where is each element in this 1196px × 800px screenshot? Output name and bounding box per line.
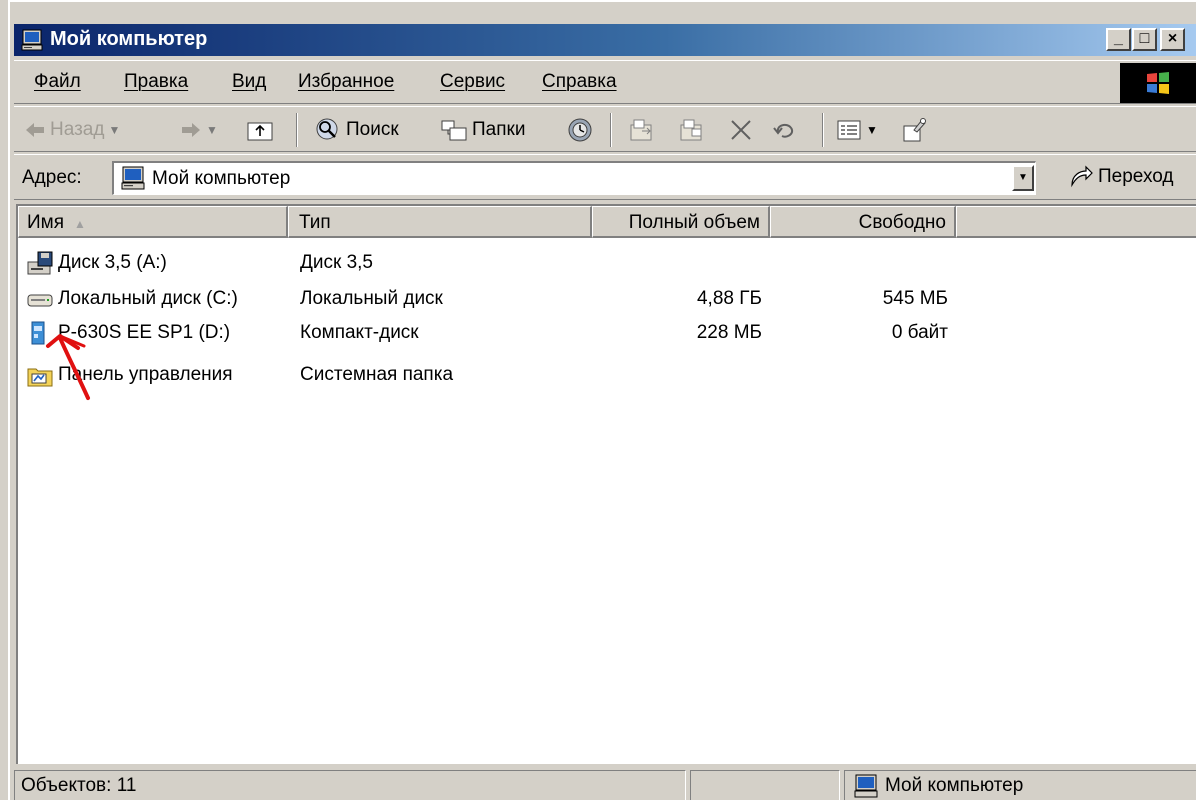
address-field[interactable]: Мой компьютер: [112, 161, 1036, 195]
undo-icon: [773, 124, 794, 138]
address-value: Мой компьютер: [152, 168, 291, 189]
status-panel-empty: [690, 770, 840, 800]
hard-drive-icon: [27, 294, 53, 307]
undo-button[interactable]: [770, 115, 798, 145]
list-item[interactable]: Диск 3,5 (A:) Диск 3,5: [18, 248, 1196, 282]
menu-file[interactable]: Файл: [34, 71, 81, 93]
forward-button[interactable]: ▼: [180, 115, 218, 145]
status-zone-label: Мой компьютер: [885, 775, 1024, 796]
address-dropdown-button[interactable]: ▼: [1012, 165, 1034, 191]
move-to-button[interactable]: [628, 115, 656, 145]
menu-edit[interactable]: Правка: [124, 71, 188, 93]
explorer-window: Мой компьютер _ □ × Файл Правка Вид Избр…: [8, 0, 1196, 800]
history-icon: [568, 118, 592, 142]
list-item[interactable]: Панель управления Системная папка: [18, 360, 1196, 394]
toolbar-separator: [822, 113, 824, 147]
maximize-button[interactable]: □: [1132, 28, 1157, 51]
my-computer-icon: [854, 774, 878, 798]
item-type: Системная папка: [300, 364, 454, 385]
up-folder-button[interactable]: [246, 115, 274, 145]
throbber: [1120, 63, 1196, 103]
list-item[interactable]: P-630S EE SP1 (D:) Компакт-диск 228 МБ 0…: [18, 318, 1196, 352]
chevron-down-icon[interactable]: ▼: [108, 123, 120, 137]
search-icon: [316, 118, 338, 140]
status-object-count: Объектов: 11: [14, 770, 686, 800]
menu-view[interactable]: Вид: [232, 71, 266, 93]
windows-logo-icon: [1147, 72, 1169, 94]
folders-label: Папки: [472, 119, 526, 140]
file-list[interactable]: Имя ▲ Тип Полный объем Свободно Диск 3,5 …: [16, 204, 1196, 764]
close-button[interactable]: ×: [1160, 28, 1185, 51]
list-item[interactable]: Локальный диск (C:) Локальный диск 4,88 …: [18, 284, 1196, 318]
folders-icon: [441, 120, 467, 141]
title-bar[interactable]: Мой компьютер _ □ ×: [14, 24, 1196, 56]
back-button[interactable]: Назад ▼: [24, 115, 120, 145]
delete-button[interactable]: [728, 115, 754, 145]
column-header-name[interactable]: Имя ▲: [18, 206, 288, 238]
search-label: Поиск: [346, 119, 399, 140]
item-type: Диск 3,5: [300, 252, 373, 273]
column-header-total-size[interactable]: Полный объем: [592, 206, 770, 238]
properties-icon: [903, 118, 926, 142]
delete-icon: [731, 120, 751, 140]
column-header-filler: [956, 206, 1196, 238]
back-arrow-icon: [26, 123, 44, 137]
menu-favorites[interactable]: Избранное: [298, 71, 394, 93]
cd-drive-icon: [31, 321, 45, 345]
history-button[interactable]: [566, 115, 594, 145]
floppy-drive-icon: [27, 251, 53, 275]
item-name: P-630S EE SP1 (D:): [58, 322, 231, 343]
control-panel-icon: [27, 368, 53, 387]
item-name: Локальный диск (C:): [58, 288, 238, 309]
my-computer-icon: [121, 166, 145, 190]
item-total-size: 228 МБ: [696, 322, 762, 343]
properties-button[interactable]: [900, 115, 928, 145]
go-arrow-icon: [1071, 165, 1093, 188]
my-computer-icon: [21, 29, 43, 51]
back-label: Назад: [50, 119, 105, 140]
up-folder-icon: [247, 122, 273, 141]
item-total-size: 4,88 ГБ: [696, 288, 762, 309]
list-header: Имя ▲ Тип Полный объем Свободно: [18, 206, 1196, 238]
column-name-label: Имя: [27, 212, 65, 233]
go-button[interactable]: Переход: [1068, 165, 1173, 189]
views-button[interactable]: ▼: [836, 115, 878, 145]
forward-arrow-icon: [182, 123, 200, 137]
window-title: Мой компьютер: [50, 28, 208, 50]
folders-button[interactable]: Папки: [440, 115, 525, 145]
sort-ascending-icon: ▲: [74, 217, 86, 231]
status-zone: Мой компьютер: [844, 770, 1196, 800]
minimize-button[interactable]: _: [1106, 28, 1131, 51]
item-type: Локальный диск: [300, 288, 443, 309]
item-free-space: 545 МБ: [882, 288, 948, 309]
column-header-type[interactable]: Тип: [288, 206, 592, 238]
status-bar: Объектов: 11 Мой компьютер: [14, 766, 1196, 800]
item-name: Панель управления: [58, 364, 233, 385]
copy-to-icon: [680, 119, 702, 141]
standard-toolbar: Назад ▼ ▼ Поиск Папки ▼: [14, 106, 1196, 152]
item-free-space: 0 байт: [891, 322, 948, 343]
menu-tools[interactable]: Сервис: [440, 71, 505, 93]
address-label: Адрес:: [22, 167, 82, 188]
copy-to-button[interactable]: [678, 115, 706, 145]
chevron-down-icon[interactable]: ▼: [866, 123, 878, 137]
views-icon: [837, 120, 861, 140]
menu-bar: Файл Правка Вид Избранное Сервис Справка: [14, 60, 1196, 104]
item-type: Компакт-диск: [300, 322, 419, 343]
address-bar: Адрес: Мой компьютер ▼ Переход: [14, 154, 1196, 200]
chevron-down-icon[interactable]: ▼: [206, 123, 218, 137]
go-label: Переход: [1098, 166, 1174, 187]
column-header-free-space[interactable]: Свободно: [770, 206, 956, 238]
search-button[interactable]: Поиск: [314, 115, 399, 145]
move-to-icon: [630, 119, 652, 141]
item-name: Диск 3,5 (A:): [58, 252, 167, 273]
toolbar-separator: [296, 113, 298, 147]
menu-help[interactable]: Справка: [542, 71, 617, 93]
toolbar-separator: [610, 113, 612, 147]
